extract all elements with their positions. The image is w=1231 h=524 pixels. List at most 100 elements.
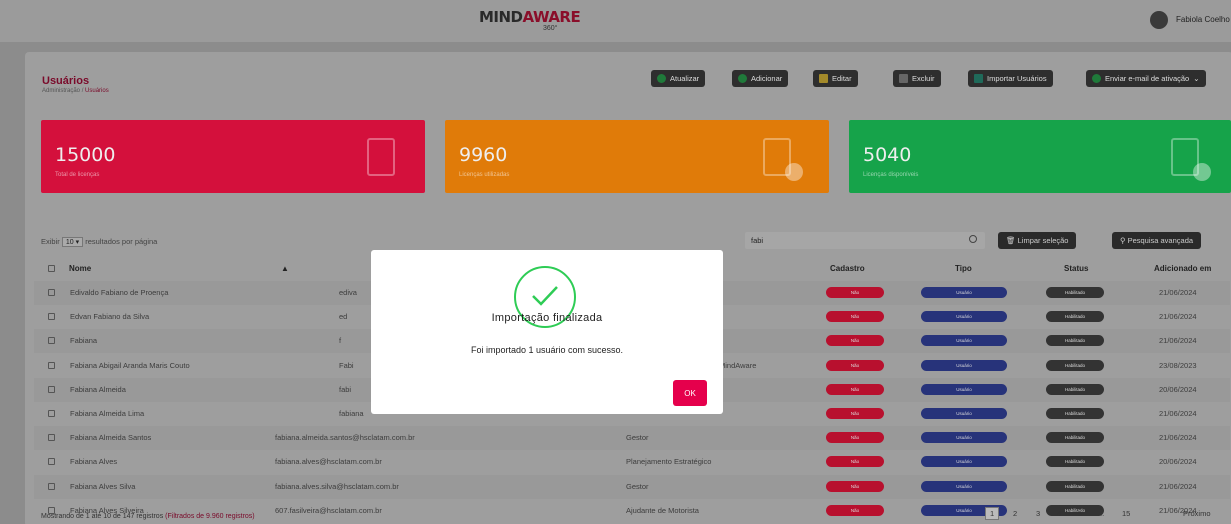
edit-icon bbox=[819, 74, 828, 83]
cell-email: ed bbox=[339, 312, 348, 322]
stat-value: 15000 bbox=[55, 144, 116, 166]
breadcrumb-parent[interactable]: Administração bbox=[42, 88, 80, 94]
cadastro-badge: Não bbox=[826, 287, 884, 298]
user-name[interactable]: Fabiola Coelho bbox=[1176, 15, 1230, 24]
cell-date: 21/06/2024 bbox=[1159, 312, 1197, 322]
next-page-button[interactable]: Próximo bbox=[1183, 509, 1211, 518]
table-row[interactable]: Fabiana Almeida Santos fabiana.almeida.sa… bbox=[34, 426, 1230, 450]
tipo-badge: Usuário bbox=[921, 287, 1007, 298]
clear-selection-button[interactable]: 🗑 Limpar seleção bbox=[998, 232, 1077, 249]
send-activation-email-button[interactable]: Enviar e-mail de ativação ⌄ bbox=[1086, 70, 1206, 87]
tipo-badge: Usuário bbox=[921, 480, 1007, 492]
cell-name: Edvan Fabiano da Silva bbox=[70, 312, 150, 322]
tipo-badge: Usuário bbox=[921, 335, 1007, 347]
column-header-cadastro[interactable]: Cadastro bbox=[830, 264, 865, 273]
table-row[interactable]: Fabiana Alves fabiana.alves@hsclatam.com.… bbox=[34, 450, 1230, 474]
column-header-added[interactable]: Adicionado em bbox=[1154, 264, 1211, 273]
stat-card-used-licenses: 9960 Licenças utilizadas bbox=[445, 120, 829, 193]
cadastro-badge: Não bbox=[826, 335, 884, 347]
cell-name: Fabiana Almeida Lima bbox=[70, 409, 145, 418]
tipo-badge: Usuário bbox=[921, 456, 1007, 468]
advanced-search-button[interactable]: ⚲ Pesquisa avançada bbox=[1112, 232, 1202, 249]
search-icon[interactable] bbox=[969, 235, 977, 243]
cell-name: Fabiana Almeida Santos bbox=[70, 433, 152, 443]
edit-button[interactable]: Editar bbox=[813, 70, 858, 87]
cell-name: Fabiana bbox=[70, 336, 98, 346]
cell-name: Fabiana Alves bbox=[70, 457, 118, 467]
cell-date: 21/06/2024 bbox=[1159, 481, 1197, 491]
row-checkbox[interactable] bbox=[48, 410, 55, 417]
cell-name: Fabiana Alves Silva bbox=[70, 481, 136, 491]
cell-date: 20/06/2024 bbox=[1159, 457, 1197, 467]
cell-role: Gestor bbox=[626, 481, 649, 491]
cadastro-badge: Não bbox=[826, 480, 884, 492]
breadcrumb-current: Usuários bbox=[85, 88, 109, 94]
add-button[interactable]: Adicionar bbox=[732, 70, 789, 87]
column-header-tipo[interactable]: Tipo bbox=[955, 264, 972, 273]
send-email-label: Enviar e-mail de ativação bbox=[1105, 74, 1190, 83]
cell-name: Fabiana Almeida bbox=[70, 384, 126, 394]
logo-sub: 360° bbox=[543, 25, 558, 32]
stat-card-available-licenses: 5040 Licenças disponíveis bbox=[849, 120, 1231, 193]
cell-email: fabiana.alves@hsclatam.com.br bbox=[275, 457, 382, 467]
page-size-select[interactable]: 10 ▾ bbox=[61, 237, 84, 247]
app-logo[interactable]: MINDAWARE bbox=[479, 8, 581, 26]
cell-email: 607.fasilveira@hsclatam.com.br bbox=[275, 505, 382, 515]
cell-email: fabiana bbox=[339, 409, 364, 418]
cell-date: 20/06/2024 bbox=[1159, 384, 1197, 394]
advanced-search-label: Pesquisa avançada bbox=[1127, 236, 1194, 245]
page-ellipsis: ... bbox=[1098, 509, 1105, 518]
refresh-button[interactable]: Atualizar bbox=[651, 70, 706, 87]
row-checkbox[interactable] bbox=[48, 434, 55, 442]
trash-icon bbox=[899, 74, 908, 83]
modal-title: Importação finalizada bbox=[491, 312, 603, 324]
status-badge: Habilitado bbox=[1046, 311, 1104, 323]
show-label: Exibir bbox=[41, 237, 60, 246]
cadastro-badge: Não bbox=[826, 383, 884, 395]
cell-name: Edivaldo Fabiano de Proença bbox=[70, 288, 169, 297]
cell-date: 21/06/2024 bbox=[1159, 336, 1197, 346]
row-checkbox[interactable] bbox=[48, 482, 55, 490]
status-badge: Habilitado bbox=[1046, 287, 1104, 298]
sort-icon[interactable]: ▲ bbox=[281, 264, 289, 273]
avatar[interactable] bbox=[1150, 11, 1168, 29]
x-badge-icon bbox=[785, 163, 803, 181]
clear-selection-label: Limpar seleção bbox=[1017, 236, 1069, 245]
row-checkbox[interactable] bbox=[48, 289, 55, 296]
cadastro-badge: Não bbox=[826, 359, 884, 371]
table-row[interactable]: Fabiana Alves Silva fabiana.alves.silva@h… bbox=[34, 475, 1230, 499]
breadcrumb-separator: / bbox=[81, 88, 84, 94]
document-icon bbox=[367, 138, 395, 176]
column-header-status[interactable]: Status bbox=[1064, 264, 1088, 273]
row-checkbox[interactable] bbox=[48, 385, 55, 393]
cell-email: Fabi bbox=[339, 360, 354, 370]
info-text: Mostrando de 1 até 10 de 147 registros bbox=[41, 513, 164, 520]
page-5[interactable]: 5 bbox=[1078, 509, 1082, 518]
cell-name: Fabiana Abigail Aranda Maris Couto bbox=[70, 360, 190, 370]
page-1[interactable]: 1 bbox=[985, 507, 1000, 520]
delete-label: Excluir bbox=[912, 74, 935, 83]
import-users-button[interactable]: Importar Usuários bbox=[968, 70, 1053, 87]
ok-button[interactable]: OK bbox=[673, 380, 707, 406]
cell-date: 21/06/2024 bbox=[1159, 409, 1197, 418]
row-checkbox[interactable] bbox=[48, 361, 55, 369]
cadastro-badge: Não bbox=[826, 408, 884, 419]
column-header-name[interactable]: Nome bbox=[69, 264, 91, 273]
page-2[interactable]: 2 bbox=[1013, 509, 1017, 518]
page-4[interactable]: 4 bbox=[1057, 509, 1061, 518]
status-badge: Habilitado bbox=[1046, 432, 1104, 444]
refresh-icon bbox=[657, 74, 666, 83]
logo-accent: AWARE bbox=[522, 8, 581, 26]
page-3[interactable]: 3 bbox=[1036, 509, 1040, 518]
stat-label: Licenças utilizadas bbox=[459, 172, 510, 178]
top-bar bbox=[0, 0, 1231, 42]
tipo-badge: Usuário bbox=[921, 432, 1007, 444]
delete-button[interactable]: Excluir bbox=[893, 70, 941, 87]
row-checkbox[interactable] bbox=[48, 313, 55, 321]
page-15[interactable]: 15 bbox=[1122, 509, 1130, 518]
email-icon bbox=[1092, 74, 1101, 83]
row-checkbox[interactable] bbox=[48, 337, 55, 345]
row-checkbox[interactable] bbox=[48, 458, 55, 466]
search-input[interactable]: fabi bbox=[745, 232, 985, 249]
select-all-checkbox[interactable] bbox=[48, 265, 55, 272]
